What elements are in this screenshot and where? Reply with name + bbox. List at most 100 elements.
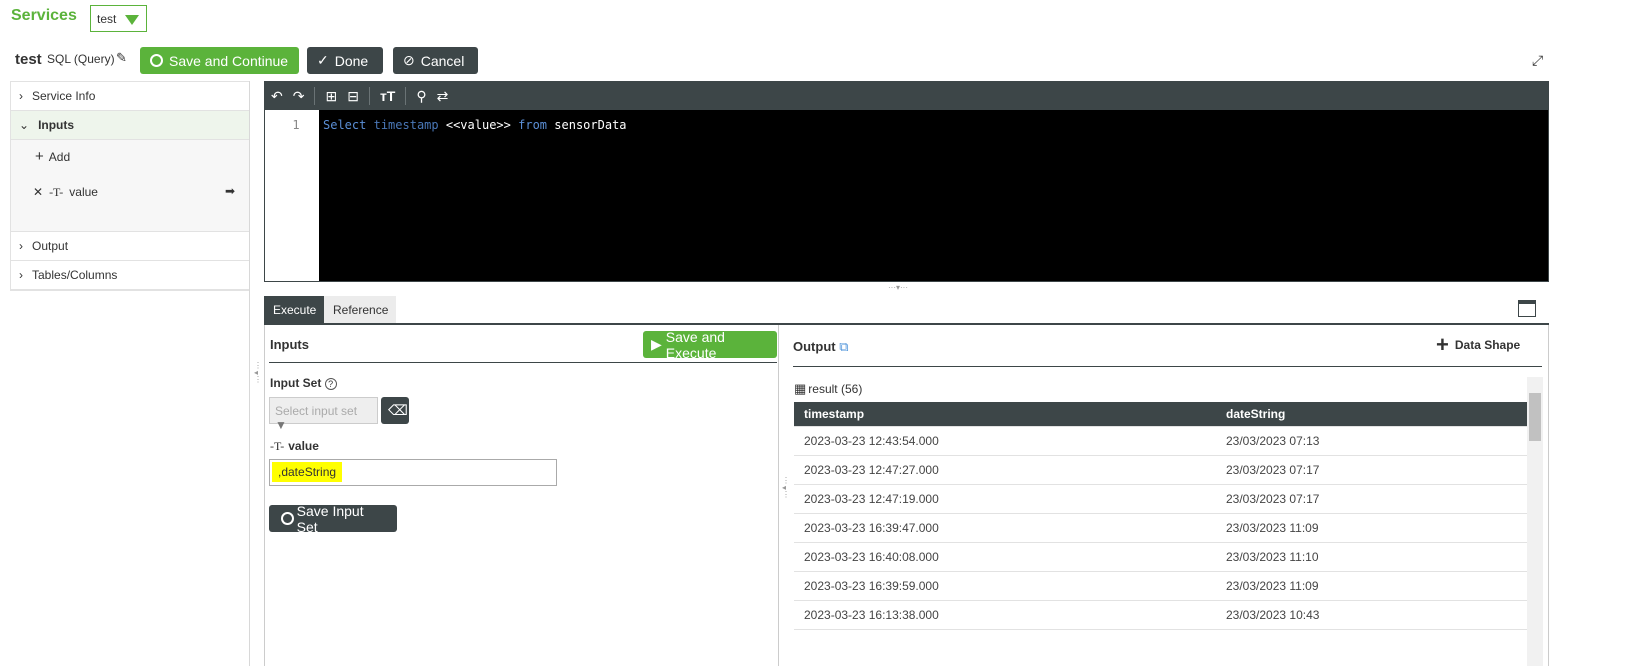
add-input-button[interactable]: + Add xyxy=(35,148,71,165)
plus-icon: + xyxy=(35,148,44,165)
code-param: <<value>> xyxy=(445,118,511,132)
input-set-placeholder: Select input set xyxy=(275,404,358,418)
table-row[interactable]: 2023-03-23 12:47:27.000 23/03/2023 07:17 xyxy=(794,456,1527,485)
expand-all-icon[interactable]: ⊞ xyxy=(325,88,337,105)
plus-icon: + xyxy=(1436,332,1449,357)
table-icon: ▦ xyxy=(794,381,807,396)
replace-icon[interactable]: ⇄ xyxy=(437,88,449,105)
scrollbar[interactable] xyxy=(1527,377,1543,666)
chevron-right-icon: › xyxy=(19,239,23,253)
output-label: Output xyxy=(32,239,69,253)
sql-editor[interactable]: ↶ ↷ ⊞ ⊟ тT ⚲ ⇄ 1 Select timestamp <<value>>… xyxy=(264,81,1549,282)
service-type: SQL (Query) xyxy=(47,52,115,66)
chevron-right-icon: › xyxy=(19,268,23,282)
pencil-icon[interactable]: ✎ xyxy=(116,50,127,66)
cancel-label: Cancel xyxy=(420,52,465,69)
save-and-execute-label: Save and Execute xyxy=(665,328,725,361)
layout-toggle-icon[interactable] xyxy=(1518,300,1536,317)
cell-timestamp: 2023-03-23 16:13:38.000 xyxy=(804,608,939,622)
check-icon: ✓ xyxy=(317,52,329,68)
cell-datestring: 23/03/2023 07:17 xyxy=(1226,463,1320,477)
cell-timestamp: 2023-03-23 12:43:54.000 xyxy=(804,434,939,448)
redo-icon[interactable]: ↷ xyxy=(293,88,305,105)
save-input-set-button[interactable]: Save Input Set xyxy=(269,503,397,535)
chevron-right-icon: › xyxy=(19,89,23,103)
ban-icon: ⊘ xyxy=(403,52,415,68)
collapse-all-icon[interactable]: ⊟ xyxy=(347,88,359,105)
resize-handle[interactable]: ···▾··· xyxy=(888,283,908,292)
search-icon[interactable]: ⚲ xyxy=(416,88,426,105)
cell-timestamp: 2023-03-23 16:39:59.000 xyxy=(804,579,939,593)
cell-timestamp: 2023-03-23 16:39:47.000 xyxy=(804,521,939,535)
code-line[interactable]: Select timestamp <<value>> from sensorDa… xyxy=(323,118,627,132)
popout-icon[interactable]: ⧉ xyxy=(839,339,848,354)
cell-timestamp: 2023-03-23 12:47:27.000 xyxy=(804,463,939,477)
data-shape-button[interactable]: + Data Shape xyxy=(1436,332,1521,357)
scrollbar-thumb[interactable] xyxy=(1529,393,1541,441)
chevron-down-icon xyxy=(125,15,139,25)
cell-datestring: 23/03/2023 10:43 xyxy=(1226,608,1320,622)
cell-timestamp: 2023-03-23 16:40:08.000 xyxy=(804,550,939,564)
undo-icon[interactable]: ↶ xyxy=(271,88,283,105)
circle-icon xyxy=(281,512,294,525)
result-table: timestamp dateString 2023-03-23 12:43:54.… xyxy=(794,402,1527,630)
value-label: -T-value xyxy=(270,439,319,453)
done-label: Done xyxy=(334,52,369,69)
chevron-down-icon: ▼ xyxy=(275,418,287,432)
column-header[interactable]: dateString xyxy=(1217,407,1527,421)
table-row[interactable]: 2023-03-23 12:43:54.000 23/03/2023 07:13 xyxy=(794,427,1527,456)
cell-datestring: 23/03/2023 11:10 xyxy=(1226,550,1319,564)
tab-execute[interactable]: Execute xyxy=(264,296,326,324)
sidebar-item-service-info[interactable]: › Service Info xyxy=(11,82,249,111)
splitter-handle[interactable]: ⋮ ◂ ⋮ xyxy=(782,477,790,499)
value-text: ,dateString xyxy=(272,462,343,482)
inputs-label: Inputs xyxy=(38,118,75,132)
table-header: timestamp dateString xyxy=(794,402,1527,427)
table-row[interactable]: 2023-03-23 16:13:38.000 23/03/2023 10:43 xyxy=(794,601,1527,630)
cancel-button[interactable]: ⊘ Cancel xyxy=(393,47,478,74)
editor-toolbar: ↶ ↷ ⊞ ⊟ тT ⚲ ⇄ xyxy=(265,82,1548,110)
tab-reference[interactable]: Reference xyxy=(324,296,396,324)
value-input[interactable]: ,dateString xyxy=(269,459,557,486)
close-icon[interactable]: ✕ xyxy=(33,185,43,200)
cell-datestring: 23/03/2023 07:17 xyxy=(1226,492,1320,506)
table-row[interactable]: 2023-03-23 12:47:19.000 23/03/2023 07:17 xyxy=(794,485,1527,514)
code-keyword: from xyxy=(518,118,548,132)
code-keyword: Select xyxy=(323,118,367,132)
service-select[interactable]: test xyxy=(90,5,147,32)
table-row[interactable]: 2023-03-23 16:39:47.000 23/03/2023 11:09 xyxy=(794,514,1527,543)
cell-datestring: 23/03/2023 07:13 xyxy=(1226,434,1320,448)
tables-label: Tables/Columns xyxy=(32,268,118,282)
column-header[interactable]: timestamp xyxy=(794,407,1217,421)
save-and-execute-button[interactable]: ▶ Save and Execute xyxy=(643,328,777,361)
section-title: Services xyxy=(11,7,77,24)
text-type-icon: -T- xyxy=(270,439,285,453)
output-title: Output ⧉ xyxy=(793,339,849,354)
sidebar: › Service Info ⌄ Inputs + Add ✕ -T-value ➡ ›… xyxy=(10,81,250,291)
line-number: 1 xyxy=(265,110,319,281)
input-set-select[interactable]: Select input set ▼ xyxy=(269,397,378,432)
sidebar-item-tables[interactable]: › Tables/Columns xyxy=(11,261,249,290)
cell-datestring: 23/03/2023 11:09 xyxy=(1226,579,1319,593)
service-select-value: test xyxy=(97,12,117,26)
input-item[interactable]: ✕ -T-value xyxy=(33,185,98,200)
arrow-right-icon[interactable]: ➡ xyxy=(225,184,235,198)
input-item-label: value xyxy=(69,185,98,199)
data-shape-label: Data Shape xyxy=(1454,338,1521,352)
eraser-button[interactable]: ⌫ xyxy=(381,397,409,424)
save-and-continue-button[interactable]: Save and Continue xyxy=(140,47,299,74)
service-info-label: Service Info xyxy=(32,89,96,103)
service-name: test xyxy=(15,51,42,68)
table-row[interactable]: 2023-03-23 16:39:59.000 23/03/2023 11:09 xyxy=(794,572,1527,601)
save-and-continue-label: Save and Continue xyxy=(169,52,289,69)
format-text-icon[interactable]: тT xyxy=(380,88,395,104)
play-icon: ▶ xyxy=(651,336,662,352)
expand-icon[interactable]: ⤢ xyxy=(1532,52,1543,69)
splitter-handle[interactable]: ⋮ ◂ ⋮ xyxy=(254,362,262,384)
table-row[interactable]: 2023-03-23 16:40:08.000 23/03/2023 11:10 xyxy=(794,543,1527,572)
sidebar-item-output[interactable]: › Output xyxy=(11,232,249,261)
done-button[interactable]: ✓ Done xyxy=(307,47,383,74)
help-icon[interactable]: ? xyxy=(324,378,337,390)
sidebar-item-inputs[interactable]: ⌄ Inputs xyxy=(11,111,249,140)
add-label: Add xyxy=(48,150,71,164)
